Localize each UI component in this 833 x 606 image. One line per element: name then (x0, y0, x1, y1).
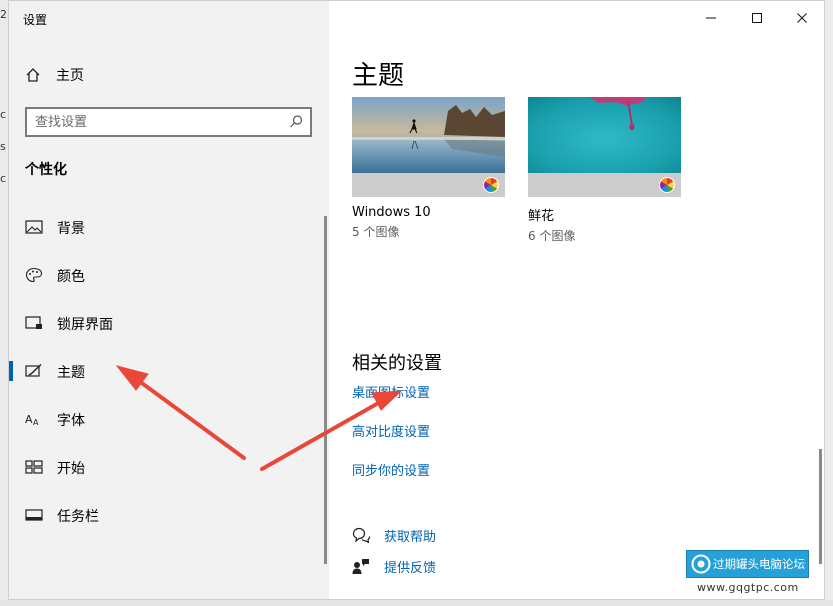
search-input[interactable] (35, 113, 275, 131)
minimize-icon (706, 17, 716, 19)
palette-icon (25, 267, 43, 283)
svg-text:A: A (25, 413, 33, 426)
sidebar-item-start[interactable]: 开始 (9, 447, 327, 487)
color-wheel-icon (659, 177, 675, 193)
sidebar-item-label: 锁屏界面 (57, 317, 113, 333)
sidebar-item-label: 字体 (57, 413, 85, 429)
background-window-fragment: c (0, 108, 7, 121)
theme-image-count: 6 个图像 (528, 229, 576, 243)
page-title: 主题 (352, 61, 405, 91)
sidebar-item-label: 颜色 (57, 269, 85, 285)
window-title: 设置 (23, 13, 48, 27)
background-window-fragment: c (0, 172, 7, 185)
close-button[interactable] (779, 7, 825, 29)
sidebar-item-theme[interactable]: 主题 (9, 351, 327, 391)
feedback-link[interactable]: 提供反馈 (352, 555, 436, 577)
theme-card-flowers[interactable]: 鲜花 6 个图像 (528, 97, 681, 244)
maximize-button[interactable] (734, 7, 780, 29)
svg-text:A: A (33, 418, 39, 427)
home-icon (26, 68, 40, 82)
theme-image-count: 5 个图像 (352, 225, 400, 239)
font-icon: A A (25, 413, 39, 427)
get-help-label: 获取帮助 (384, 529, 437, 545)
theme-name: 鲜花 (528, 209, 555, 224)
watermark-url: www.gqgtpc.com (697, 581, 799, 594)
maximize-icon (752, 13, 762, 23)
section-title: 个性化 (25, 162, 67, 178)
theme-thumbnail (528, 97, 681, 197)
sidebar: 设置 主页 个性化 背景 (9, 1, 329, 599)
get-help-link[interactable]: 获取帮助 (352, 524, 436, 546)
watermark-badge: 过期罐头电脑论坛 (686, 550, 809, 578)
theme-card-windows10[interactable]: Windows 10 5 个图像 (352, 97, 505, 240)
start-grid-icon (25, 460, 43, 474)
beach-image (352, 97, 505, 173)
flower-image (528, 97, 681, 173)
help-chat-icon (352, 527, 370, 543)
home-label: 主页 (56, 68, 84, 84)
color-wheel-icon (483, 177, 499, 193)
sidebar-scrollbar[interactable] (324, 216, 327, 564)
background-window-fragment: s (0, 140, 6, 153)
sidebar-item-lock-screen[interactable]: 锁屏界面 (9, 303, 327, 343)
sync-settings-link[interactable]: 同步你的设置 (352, 460, 430, 479)
watermark-logo-icon (691, 554, 711, 574)
background-window-fragment: 2 (0, 8, 7, 21)
settings-window: 设置 主页 个性化 背景 (8, 0, 825, 600)
taskbar-icon (25, 509, 43, 521)
sidebar-item-colors[interactable]: 颜色 (9, 255, 327, 295)
sidebar-item-fonts[interactable]: A A 字体 (9, 399, 327, 439)
sidebar-item-background[interactable]: 背景 (9, 207, 327, 247)
sidebar-item-label: 背景 (57, 221, 85, 237)
theme-thumbnail (352, 97, 505, 197)
theme-name: Windows 10 (352, 205, 431, 220)
feedback-label: 提供反馈 (384, 560, 437, 576)
search-icon[interactable] (288, 114, 304, 130)
related-settings-title: 相关的设置 (352, 353, 442, 374)
close-icon (797, 13, 807, 23)
home-link[interactable]: 主页 (25, 63, 84, 87)
sidebar-item-label: 任务栏 (57, 509, 99, 525)
search-box[interactable] (25, 107, 312, 137)
sidebar-item-taskbar[interactable]: 任务栏 (9, 495, 327, 535)
watermark-text: 过期罐头电脑论坛 (713, 557, 805, 571)
sidebar-item-label: 主题 (57, 365, 85, 381)
sidebar-item-label: 开始 (57, 461, 85, 477)
background-edge-right (825, 0, 833, 600)
minimize-button[interactable] (688, 7, 734, 29)
background-edge-bottom (0, 600, 833, 606)
content-scrollbar[interactable] (819, 449, 822, 564)
high-contrast-settings-link[interactable]: 高对比度设置 (352, 421, 430, 440)
picture-icon (25, 220, 43, 234)
desktop-icon-settings-link[interactable]: 桌面图标设置 (352, 382, 430, 401)
lock-screen-icon (25, 316, 42, 329)
theme-brush-icon (25, 363, 42, 377)
feedback-person-icon (352, 559, 369, 574)
